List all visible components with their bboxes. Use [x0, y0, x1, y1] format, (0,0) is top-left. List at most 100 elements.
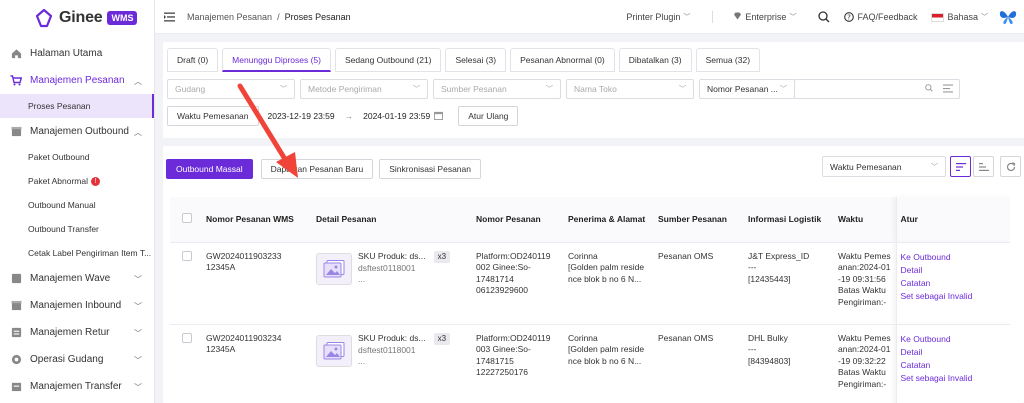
chevron-down-icon: ﹀ [280, 86, 287, 93]
ginee-logo-icon [35, 8, 53, 28]
sidebar-item-outbound-manual[interactable]: Outbound Manual [0, 193, 154, 217]
wave-icon [10, 273, 22, 285]
sidebar-item-manajemen-transfer[interactable]: Manajemen Transfer ﹀ [0, 373, 154, 400]
order-detail: SKU Produk: ds... x3 dsftest0118001 ... [312, 324, 472, 403]
actions-cell: Ke Outbound Detail Catatan Set sebagai I… [895, 324, 1010, 403]
alert-badge: ! [91, 176, 101, 186]
select-all-checkbox[interactable] [182, 213, 192, 224]
recipient-cell: Corinna [Golden palm reside nce blok b n… [564, 324, 654, 403]
menu-collapse-icon[interactable] [163, 11, 175, 23]
tab-sedang-outbound[interactable]: Sedang Outbound (21) [335, 48, 442, 72]
recipient-address: [Golden palm reside nce blok b no 6 N... [568, 344, 645, 366]
action-bar: Outbound Massal Dapatkan Pesanan Baru Si… [163, 146, 1024, 191]
search-button[interactable] [818, 11, 830, 23]
sort-select[interactable]: Waktu Pemesanan ﹀ [822, 156, 946, 177]
butterfly-avatar-icon[interactable] [998, 7, 1018, 27]
reset-button[interactable]: Atur Ulang [458, 106, 519, 126]
sidebar-item-manajemen-inbound[interactable]: Manajemen Inbound ﹀ [0, 292, 154, 319]
time-cell: Waktu Pemesanan:2024-01-19 09:31:56 Bata… [834, 242, 896, 325]
sidebar-item-manajemen-pesanan[interactable]: Manajemen Pesanan ︿ [0, 67, 154, 94]
catatan-link[interactable]: Catatan [901, 277, 1007, 290]
set-invalid-link[interactable]: Set sebagai Invalid [901, 290, 1007, 303]
row-checkbox[interactable] [182, 332, 192, 343]
col-header: Nomor Pesanan [472, 197, 564, 243]
sidebar-item-label: Manajemen Inbound [30, 300, 122, 311]
chevron-up-icon: ︿ [134, 128, 142, 137]
tab-semua[interactable]: Semua (32) [695, 48, 761, 72]
date-range-picker[interactable]: 2023-12-19 23:59 → 2024-01-19 23:59 [268, 111, 444, 122]
row-checkbox[interactable] [182, 250, 192, 261]
waktu-pemesanan-select[interactable]: Waktu Pemesanan [167, 106, 259, 126]
detail-link[interactable]: Detail [901, 264, 1007, 277]
tab-dibatalkan[interactable]: Dibatalkan (3) [618, 48, 692, 72]
box-icon [10, 126, 22, 138]
tab-draft[interactable]: Draft (0) [167, 48, 219, 72]
orders-table: Nomor Pesanan WMS Detail Pesanan Nomor P… [170, 197, 1010, 403]
return-icon [10, 327, 22, 339]
chevron-down-icon: ﹀ [134, 329, 142, 338]
home-icon [10, 48, 22, 60]
faq-feedback-link[interactable]: ? FAQ/Feedback [844, 12, 917, 22]
tab-pesanan-abnormal[interactable]: Pesanan Abnormal (0) [510, 48, 615, 72]
quantity-badge: x3 [433, 250, 451, 263]
chevron-down-icon: ﹀ [413, 86, 420, 93]
logistics-dash: --- [748, 262, 757, 272]
diamond-icon [733, 12, 742, 22]
status-tabs: Draft (0) Menunggu Diproses (5) Sedang O… [163, 42, 1024, 72]
orders-card: Outbound Massal Dapatkan Pesanan Baru Si… [163, 146, 1024, 403]
dapatkan-pesanan-baru-button[interactable]: Dapatkan Pesanan Baru [260, 158, 374, 179]
catatan-link[interactable]: Catatan [901, 359, 1007, 372]
set-invalid-link[interactable]: Set sebagai Invalid [901, 372, 1007, 385]
sidebar-item-paket-outbound[interactable]: Paket Outbound [0, 145, 154, 169]
metode-pengiriman-select[interactable]: Metode Pengiriman ﹀ [300, 79, 428, 99]
sort-desc-button[interactable] [950, 156, 971, 177]
nama-toko-select[interactable]: Nama Toko ﹀ [566, 79, 694, 99]
filter-area: Gudang ﹀ Metode Pengiriman ﹀ Sumber Pesa… [163, 79, 1024, 126]
sidebar-item-manajemen-outbound[interactable]: Manajemen Outbound ︿ [0, 118, 154, 145]
sidebar-item-outbound-transfer[interactable]: Outbound Transfer [0, 217, 154, 241]
enterprise-menu[interactable]: Enterprise ﹀ [733, 12, 796, 22]
language-selector[interactable]: Bahasa ﹀ [931, 12, 988, 22]
nomor-pesanan-type-select[interactable]: Nomor Pesanan ... ﹀ [699, 79, 795, 99]
waktu-label: Waktu Pemesanan [177, 111, 249, 121]
filter-list-icon[interactable] [943, 84, 953, 95]
sidebar-item-manajemen-retur[interactable]: Manajemen Retur ﹀ [0, 319, 154, 346]
gudang-select[interactable]: Gudang ﹀ [167, 79, 295, 99]
sidebar-item-operasi-gudang[interactable]: Operasi Gudang ﹀ [0, 346, 154, 373]
refresh-button[interactable] [1000, 156, 1021, 177]
nomor-pesanan-search-input[interactable] [794, 79, 960, 99]
transfer-icon [10, 381, 22, 393]
metode-placeholder: Metode Pengiriman [308, 84, 382, 94]
sidebar-item-label: Manajemen Pesanan [30, 75, 125, 86]
order-number: Platform:OD240119 003 Ginee:So-17481715 … [472, 324, 564, 403]
header-actions: Printer Plugin ﹀ Enterprise ﹀ ? FAQ/Feed… [626, 0, 1024, 34]
col-header: Informasi Logistik [744, 197, 834, 243]
sort-desc-icon [955, 162, 966, 171]
sidebar-item-label: Outbound Manual [28, 200, 96, 210]
table-row: GW2024011903233 12345A SKU Produk: ds...… [170, 242, 1010, 325]
col-header: Penerima & Alamat [564, 197, 654, 243]
printer-plugin-menu[interactable]: Printer Plugin ﹀ [626, 12, 690, 22]
logo[interactable]: Ginee WMS [0, 0, 154, 36]
sidebar-item-halaman-utama[interactable]: Halaman Utama [0, 40, 154, 67]
sort-asc-button[interactable] [973, 156, 994, 177]
sinkronisasi-pesanan-button[interactable]: Sinkronisasi Pesanan [379, 158, 481, 179]
detail-link[interactable]: Detail [901, 346, 1007, 359]
ke-outbound-link[interactable]: Ke Outbound [901, 333, 1007, 346]
time-cell: Waktu Pemesanan:2024-01-19 09:32:22 Bata… [834, 324, 896, 403]
tab-menunggu-diproses[interactable]: Menunggu Diproses (5) [222, 48, 331, 72]
tab-selesai[interactable]: Selesai (3) [445, 48, 507, 72]
sidebar-item-proses-pesanan[interactable]: Proses Pesanan [0, 94, 154, 118]
breadcrumb-item[interactable]: Manajemen Pesanan [187, 12, 272, 22]
header-divider [712, 11, 714, 23]
sidebar-item-cetak-label[interactable]: Cetak Label Pengiriman Item T... [0, 241, 154, 265]
sidebar-item-manajemen-wave[interactable]: Manajemen Wave ﹀ [0, 265, 154, 292]
sidebar-item-paket-abnormal[interactable]: Paket Abnormal ! [0, 169, 154, 193]
ke-outbound-link[interactable]: Ke Outbound [901, 251, 1007, 264]
reset-label: Atur Ulang [468, 111, 509, 121]
product-image-icon [316, 252, 352, 285]
sumber-pesanan-select[interactable]: Sumber Pesanan ﹀ [433, 79, 561, 99]
actions-cell: Ke Outbound Detail Catatan Set sebagai I… [895, 242, 1010, 325]
outbound-massal-button[interactable]: Outbound Massal [166, 158, 253, 179]
quantity-badge: x3 [433, 332, 451, 345]
